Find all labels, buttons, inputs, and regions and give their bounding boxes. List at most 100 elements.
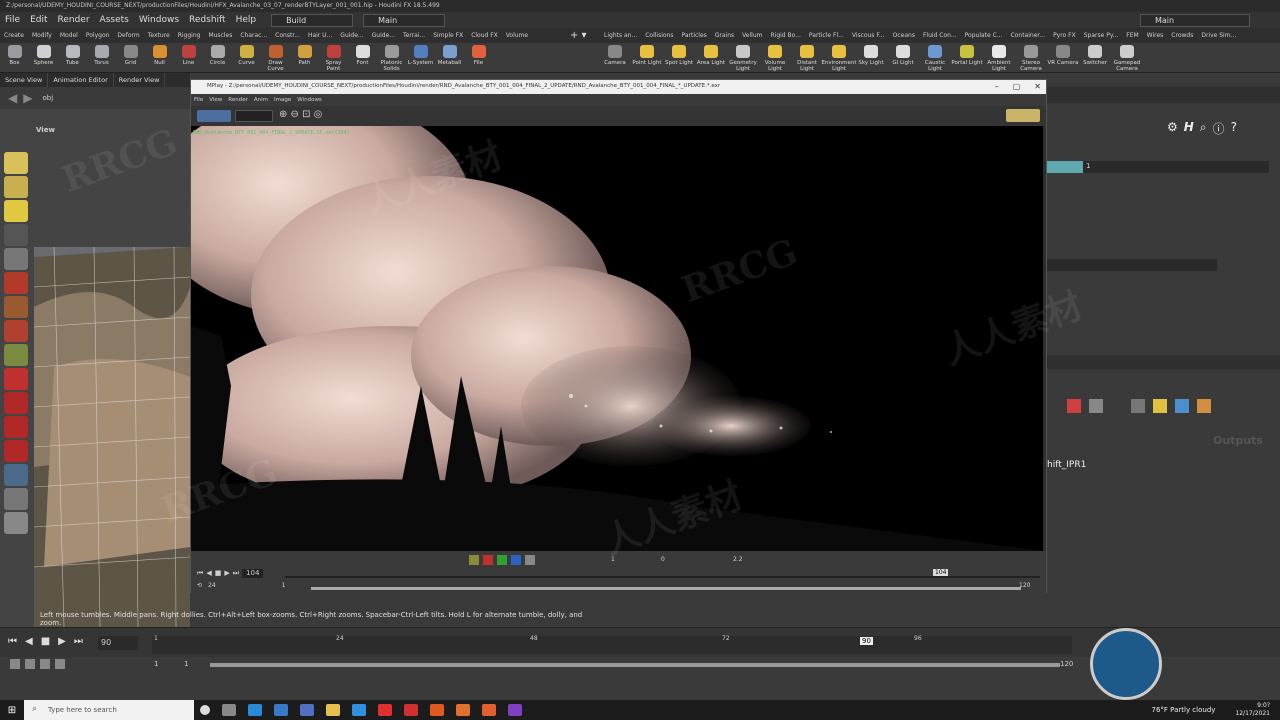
tool-area-light[interactable]: Area Light xyxy=(695,43,727,72)
tool-torus[interactable]: Torus xyxy=(87,43,116,72)
color-correct-icon[interactable] xyxy=(469,555,479,565)
info-icon[interactable]: ⓘ xyxy=(1213,120,1225,137)
houdini-2-icon[interactable] xyxy=(456,704,470,716)
desktop-select-build[interactable]: Build xyxy=(271,13,354,27)
timeline-bar[interactable]: 1 24 48 72 96 90 xyxy=(152,635,1072,654)
tool-volume-light[interactable]: Volume Light xyxy=(759,43,791,72)
shelf-tab-guide[interactable]: Guide... xyxy=(368,32,399,39)
tool-point-light[interactable]: Point Light xyxy=(631,43,663,72)
shelf-tab-simple-fx[interactable]: Simple FX xyxy=(429,32,467,39)
magnet-icon[interactable] xyxy=(4,368,28,390)
tool-draw-curve[interactable]: Draw Curve xyxy=(261,43,290,72)
tool-file[interactable]: File xyxy=(464,43,493,72)
shelf-tab-container[interactable]: Container... xyxy=(1007,32,1050,39)
magnet-grid-icon[interactable] xyxy=(4,392,28,414)
select-prims-icon[interactable] xyxy=(4,200,28,222)
shelf-tab-particle-fl[interactable]: Particle Fl... xyxy=(805,32,848,39)
tool-sky-light[interactable]: Sky Light xyxy=(855,43,887,72)
shelf-tab-guide[interactable]: Guide... xyxy=(336,32,367,39)
current-frame-field[interactable]: 90 xyxy=(98,636,138,650)
mplay-menu-anim[interactable]: Anim xyxy=(251,97,271,103)
forward-arrow-icon[interactable]: ▶ xyxy=(23,91,32,105)
tool-portal-light[interactable]: Portal Light xyxy=(951,43,983,72)
green-channel-icon[interactable] xyxy=(497,555,507,565)
shelf-tab-texture[interactable]: Texture xyxy=(144,32,174,39)
jump-start-icon[interactable]: ⏮ xyxy=(8,636,17,647)
image-icon[interactable] xyxy=(1175,399,1189,413)
shelf-tab-constr[interactable]: Constr... xyxy=(271,32,304,39)
tool-curve[interactable]: Curve xyxy=(232,43,261,72)
tool-environment-light[interactable]: Environment Light xyxy=(821,43,857,72)
vivaldi-icon[interactable] xyxy=(404,704,418,716)
sticky-note-icon[interactable] xyxy=(1153,399,1167,413)
help-icon[interactable]: ? xyxy=(1231,120,1237,137)
houdini-3-icon[interactable] xyxy=(482,704,496,716)
select-points-icon[interactable] xyxy=(4,176,28,198)
keys-icon[interactable] xyxy=(10,659,20,669)
edge-icon[interactable] xyxy=(248,704,262,716)
maximize-icon[interactable]: ▢ xyxy=(1013,82,1021,91)
weather[interactable]: 76°F Partly cloudy xyxy=(1152,706,1216,714)
taskbar-search[interactable]: ⌕ Type here to search xyxy=(24,700,194,720)
shelf-tab-wires[interactable]: Wires xyxy=(1143,32,1168,39)
mail-icon[interactable] xyxy=(352,704,366,716)
tool-box[interactable]: Box xyxy=(0,43,29,72)
shelf-tab-model[interactable]: Model xyxy=(56,32,82,39)
shelf-tab-hair-u[interactable]: Hair U... xyxy=(304,32,336,39)
jump-end-icon[interactable]: ⏭ xyxy=(74,636,83,647)
chrome-icon[interactable] xyxy=(274,704,288,716)
shelf-tab-drive-sim[interactable]: Drive Sim... xyxy=(1197,32,1240,39)
range-end[interactable]: 120 xyxy=(1060,660,1073,668)
tab-render-view[interactable]: Render View xyxy=(114,73,166,87)
camera-tool-icon[interactable] xyxy=(4,464,28,486)
tool-path[interactable]: Path xyxy=(290,43,319,72)
range-start[interactable]: 1 xyxy=(154,660,158,668)
cortana-icon[interactable] xyxy=(200,705,210,715)
shelf-tab-grains[interactable]: Grains xyxy=(711,32,738,39)
tool-gamepad-camera[interactable]: Gamepad Camera xyxy=(1111,43,1143,72)
close-icon[interactable]: ✕ xyxy=(1034,82,1041,91)
shelf-tab-collisions[interactable]: Collisions xyxy=(641,32,677,39)
grid-view-icon[interactable] xyxy=(1089,399,1103,413)
magnet-multi-icon[interactable] xyxy=(4,440,28,462)
tool-ambient-light[interactable]: Ambient Light xyxy=(983,43,1015,72)
arrow-cursor-icon[interactable] xyxy=(4,224,28,246)
tool-l-system[interactable]: L-System xyxy=(406,43,435,72)
mplay-end[interactable]: 120 xyxy=(1019,582,1030,589)
tool-caustic-light[interactable]: Caustic Light xyxy=(919,43,951,72)
shelf-tab-modify[interactable]: Modify xyxy=(28,32,56,39)
tool-geometry-light[interactable]: Geometry Light xyxy=(727,43,759,72)
loop-icon[interactable]: ⟲ xyxy=(197,582,202,589)
viewport-label[interactable]: View xyxy=(36,126,55,134)
windows-start-icon[interactable]: ⊞ xyxy=(0,700,24,720)
tool-gi-light[interactable]: GI Light xyxy=(887,43,919,72)
play-forward-icon[interactable]: ▶ xyxy=(58,636,66,647)
minimize-icon[interactable]: – xyxy=(995,82,999,91)
mplay-range-slider[interactable] xyxy=(311,587,1021,590)
layout-icons[interactable] xyxy=(1006,109,1040,122)
mplay-menu-windows[interactable]: Windows xyxy=(294,97,325,103)
shelf-tab-create[interactable]: Create xyxy=(0,32,28,39)
network-path[interactable]: obj xyxy=(42,94,53,102)
shelf-tab-vellum[interactable]: Vellum xyxy=(738,32,766,39)
exposure-value[interactable]: 0 xyxy=(661,556,665,563)
shelf-tab-viscous-f[interactable]: Viscous F... xyxy=(848,32,889,39)
handle-tool-icon[interactable] xyxy=(4,344,28,366)
shelf-tab-muscles[interactable]: Muscles xyxy=(204,32,236,39)
play-back-icon[interactable]: ◀ xyxy=(206,569,211,578)
tool-circle[interactable]: Circle xyxy=(203,43,232,72)
desktop-select-main[interactable]: Main xyxy=(363,13,446,27)
value-field[interactable]: 1 xyxy=(1083,161,1269,173)
color-palette-icon[interactable] xyxy=(1067,399,1081,413)
render-image[interactable]: RND_Avalanche_BTY_001_004_FINAL_2_UPDATE… xyxy=(191,126,1043,551)
menu-file[interactable]: File xyxy=(0,15,25,25)
menu-render[interactable]: Render xyxy=(53,15,95,25)
zoom-value[interactable]: 2.2 xyxy=(733,556,743,563)
menu-windows[interactable]: Windows xyxy=(134,15,184,25)
node-name[interactable]: hift_IPR1 xyxy=(1047,460,1086,470)
menu-help[interactable]: Help xyxy=(231,15,262,25)
mplay-step[interactable]: 24 xyxy=(208,582,216,589)
audio-icon[interactable] xyxy=(25,659,35,669)
play-icon[interactable]: ▶ xyxy=(224,569,229,578)
tool-sphere[interactable]: Sphere xyxy=(29,43,58,72)
